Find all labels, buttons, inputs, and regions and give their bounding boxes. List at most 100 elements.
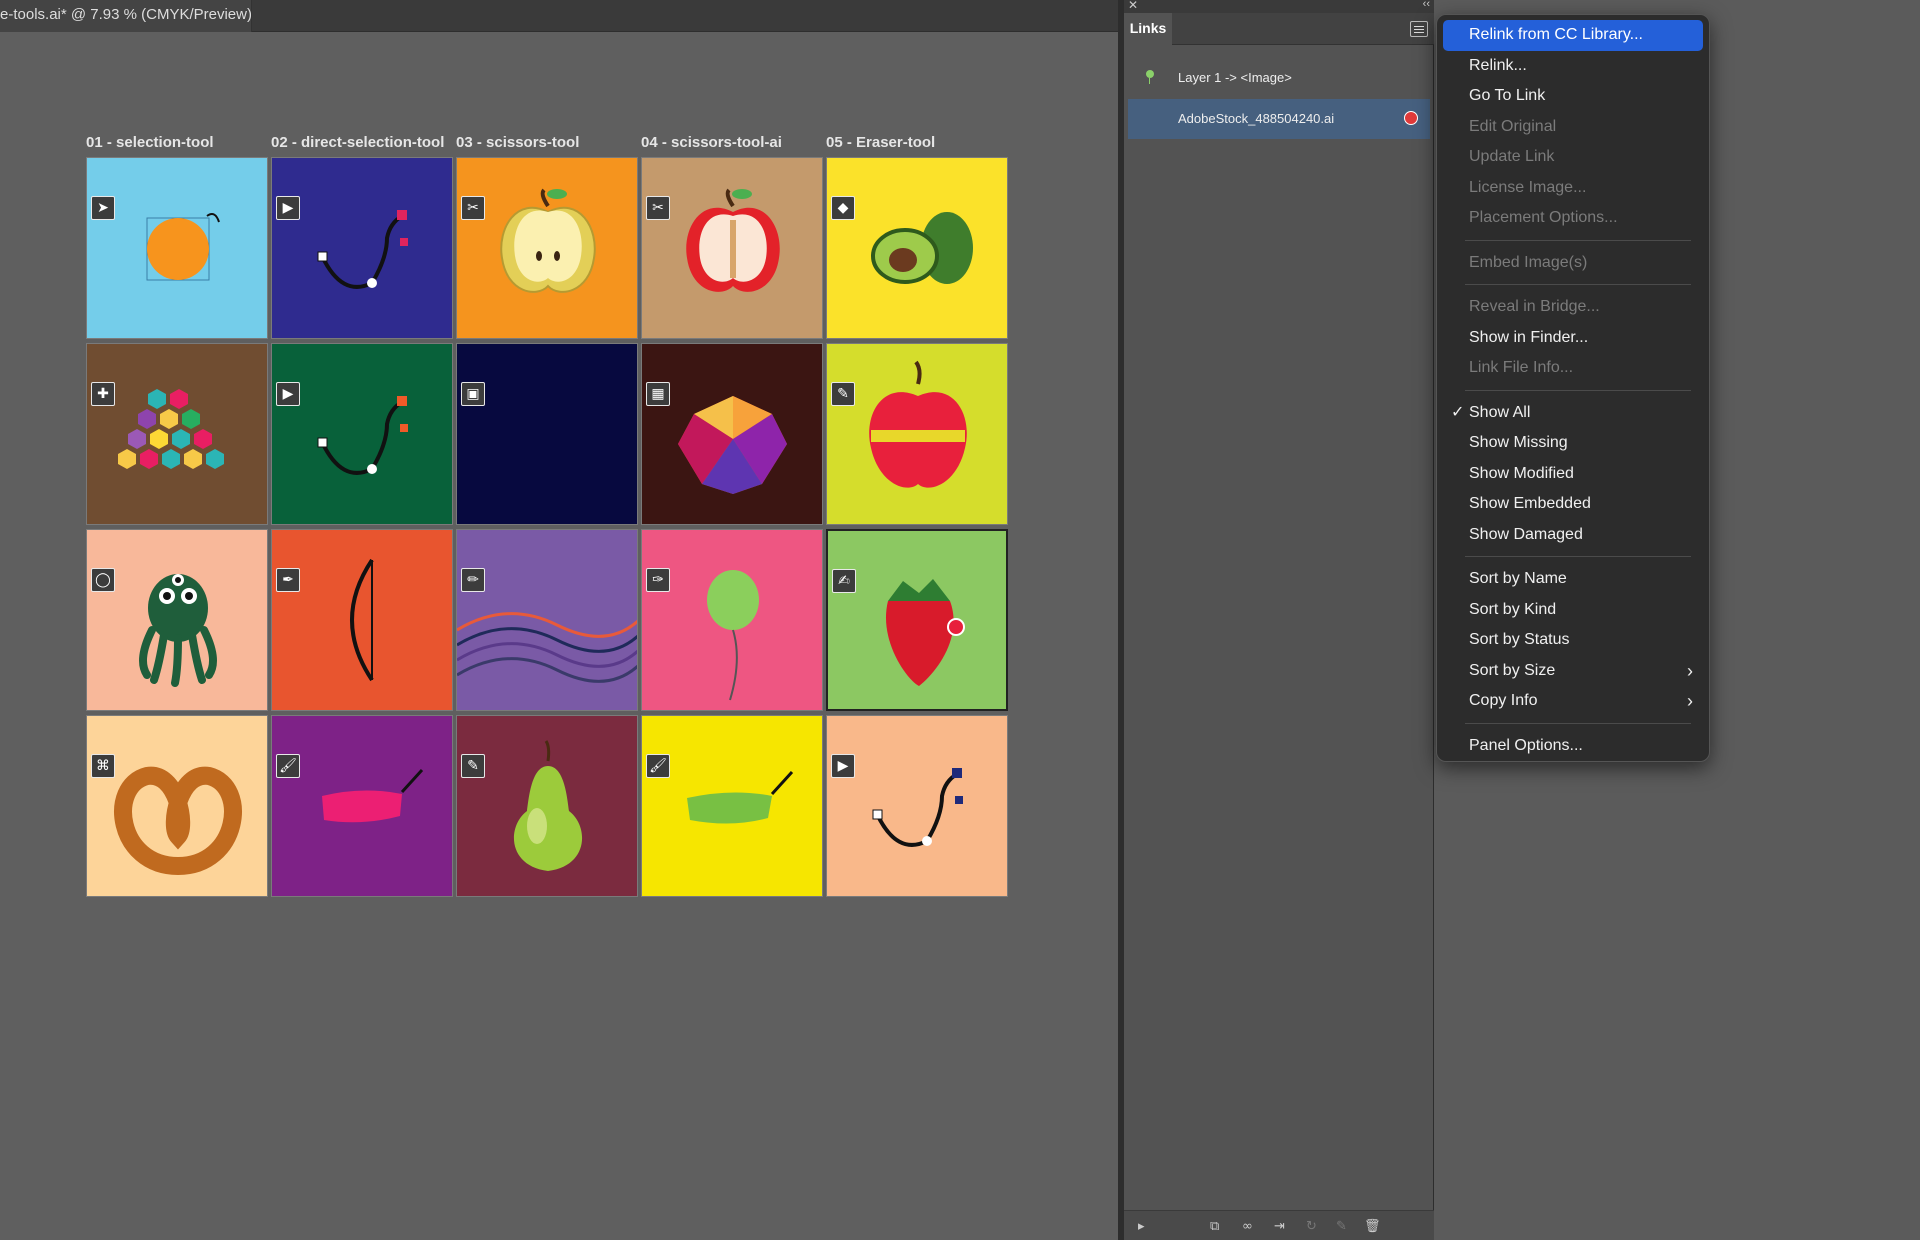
menu-item-label: Show Missing bbox=[1469, 434, 1568, 451]
tile-artwork bbox=[114, 766, 242, 876]
tile-artwork bbox=[350, 558, 374, 682]
menu-item-label: Reveal in Bridge... bbox=[1469, 298, 1600, 315]
menu-item-sort-by-status[interactable]: Sort by Status bbox=[1443, 625, 1703, 656]
menu-item-license-image[interactable]: License Image... bbox=[1443, 173, 1703, 204]
menu-item-show-modified[interactable]: Show Modified bbox=[1443, 459, 1703, 490]
menu-separator bbox=[1465, 284, 1691, 285]
artwork-tile[interactable]: ✚ bbox=[86, 343, 268, 525]
link-row-selected[interactable]: AdobeStock_488504240.ai bbox=[1128, 99, 1430, 139]
blob-brush-icon: ✍ bbox=[832, 569, 856, 593]
menu-item-embed-image-s[interactable]: Embed Image(s) bbox=[1443, 248, 1703, 279]
tile-artwork bbox=[872, 768, 963, 847]
eraser-icon: ◆ bbox=[831, 196, 855, 220]
direct-selection-icon: ▶ bbox=[276, 196, 300, 220]
artwork-tile[interactable]: ✂ bbox=[456, 157, 638, 339]
menu-item-edit-original[interactable]: Edit Original bbox=[1443, 112, 1703, 143]
menu-item-show-in-finder[interactable]: Show in Finder... bbox=[1443, 323, 1703, 354]
tab-links[interactable]: Links bbox=[1124, 13, 1172, 45]
menu-item-go-to-link[interactable]: Go To Link bbox=[1443, 81, 1703, 112]
menu-item-label: Relink... bbox=[1469, 56, 1527, 74]
menu-item-sort-by-kind[interactable]: Sort by Kind bbox=[1443, 595, 1703, 626]
panel-tabs: Links bbox=[1124, 13, 1434, 45]
paintbrush-icon: 🖌 bbox=[276, 754, 300, 778]
relink-icon[interactable]: ∞ bbox=[1242, 1219, 1253, 1234]
checkmark-icon: ✓ bbox=[1451, 403, 1465, 421]
menu-item-label: Show All bbox=[1469, 403, 1531, 421]
scissors-icon: ✂ bbox=[646, 196, 670, 220]
menu-item-label: Show Modified bbox=[1469, 464, 1574, 482]
artwork-tile[interactable]: ▶ bbox=[271, 343, 453, 525]
artwork-tile[interactable]: ✍ bbox=[826, 529, 1008, 711]
artwork-tile[interactable]: ▶ bbox=[271, 157, 453, 339]
artwork-tile[interactable]: ▣ bbox=[456, 343, 638, 525]
menu-item-show-embedded[interactable]: Show Embedded bbox=[1443, 489, 1703, 520]
menu-item-label: Update Link bbox=[1469, 148, 1555, 165]
menu-item-copy-info[interactable]: Copy Info › bbox=[1443, 686, 1703, 717]
tile-artwork bbox=[146, 213, 220, 281]
collapse-panel-icon[interactable]: ‹‹ bbox=[1423, 0, 1430, 10]
column-label: 04 - scissors-tool-ai bbox=[641, 134, 782, 151]
artwork-tile[interactable]: ◆ bbox=[826, 157, 1008, 339]
menu-item-update-link[interactable]: Update Link bbox=[1443, 142, 1703, 173]
tile-artwork bbox=[457, 344, 638, 525]
update-link-icon[interactable]: ↻ bbox=[1306, 1219, 1317, 1234]
links-panel-context-menu: Relink from CC Library... Relink... Go To … bbox=[1436, 14, 1710, 762]
relink-cc-icon[interactable]: ⧉ bbox=[1210, 1219, 1219, 1234]
layer-pin-icon bbox=[1146, 70, 1154, 84]
column-label: 05 - Eraser-tool bbox=[826, 134, 936, 151]
menu-item-label: Go To Link bbox=[1469, 87, 1546, 104]
artwork-tile[interactable]: ✂ bbox=[641, 157, 823, 339]
eyedropper-icon: ✎ bbox=[831, 382, 855, 406]
column-label: 03 - scissors-tool bbox=[456, 134, 580, 151]
close-panel-icon[interactable]: ✕ bbox=[1128, 0, 1138, 12]
links-panel: ✕ ‹‹ Links Layer 1 -> <Image> AdobeStock… bbox=[1124, 0, 1434, 1240]
edit-original-icon[interactable]: ✎ bbox=[1336, 1219, 1347, 1234]
menu-item-panel-options[interactable]: Panel Options... bbox=[1443, 731, 1703, 762]
trash-icon[interactable]: 🗑 bbox=[1364, 1219, 1381, 1234]
direct-selection-icon: ▶ bbox=[276, 382, 300, 406]
menu-item-sort-by-size[interactable]: Sort by Size › bbox=[1443, 656, 1703, 687]
go-to-link-icon[interactable]: ⇥ bbox=[1274, 1219, 1285, 1234]
scissors-icon: ✂ bbox=[461, 196, 485, 220]
artwork-tile[interactable]: ▶ bbox=[826, 715, 1008, 897]
artwork-tile[interactable]: ✏ bbox=[456, 529, 638, 711]
tile-artwork bbox=[118, 389, 224, 469]
tile-artwork bbox=[678, 396, 787, 494]
submenu-chevron-icon: › bbox=[1687, 660, 1693, 681]
artwork-tile[interactable]: ✑ bbox=[641, 529, 823, 711]
artwork-tile[interactable]: ➤ bbox=[86, 157, 268, 339]
link-row-label: Layer 1 -> <Image> bbox=[1178, 70, 1292, 85]
menu-item-relink-from-cc-library[interactable]: Relink from CC Library... bbox=[1443, 20, 1703, 51]
artwork-tile[interactable]: ⌘ bbox=[86, 715, 268, 897]
link-row-label: AdobeStock_488504240.ai bbox=[1178, 111, 1335, 126]
artwork-tile[interactable]: 🖌 bbox=[641, 715, 823, 897]
tile-artwork bbox=[513, 740, 583, 871]
selection-arrow-icon: ➤ bbox=[91, 196, 115, 220]
document-tab[interactable]: e-tools.ai* @ 7.93 % (CMYK/Preview) bbox=[0, 0, 252, 32]
menu-item-show-missing[interactable]: Show Missing bbox=[1443, 428, 1703, 459]
menu-item-relink[interactable]: Relink... bbox=[1443, 51, 1703, 82]
panel-menu-button[interactable] bbox=[1410, 21, 1428, 37]
menu-item-label: Edit Original bbox=[1469, 117, 1557, 135]
menu-item-link-file-info[interactable]: Link File Info... bbox=[1443, 353, 1703, 384]
menu-separator bbox=[1465, 722, 1691, 724]
artwork-tile[interactable]: ▦ bbox=[641, 343, 823, 525]
menu-item-placement-options[interactable]: Placement Options... bbox=[1443, 203, 1703, 234]
menu-item-label: Show Damaged bbox=[1469, 525, 1583, 543]
artwork-tile[interactable]: 🖌 bbox=[271, 715, 453, 897]
menu-item-label: Sort by Status bbox=[1469, 631, 1570, 648]
menu-item-show-all[interactable]: ✓ Show All bbox=[1443, 398, 1703, 429]
menu-item-label: Placement Options... bbox=[1469, 209, 1618, 226]
artwork-tile[interactable]: ✎ bbox=[826, 343, 1008, 525]
pencil-icon: ✏ bbox=[461, 568, 485, 592]
link-row-layer[interactable]: Layer 1 -> <Image> bbox=[1128, 58, 1430, 98]
artwork-tile[interactable]: ◯ bbox=[86, 529, 268, 711]
paintbrush-icon: 🖌 bbox=[646, 754, 670, 778]
menu-item-reveal-in-bridge[interactable]: Reveal in Bridge... bbox=[1443, 292, 1703, 323]
artwork-tile[interactable]: ✎ bbox=[456, 715, 638, 897]
direct-selection-icon: ▶ bbox=[831, 754, 855, 778]
menu-item-show-damaged[interactable]: Show Damaged bbox=[1443, 520, 1703, 551]
show-options-icon[interactable]: ▸ bbox=[1138, 1219, 1145, 1234]
artwork-tile[interactable]: ✒ bbox=[271, 529, 453, 711]
menu-item-sort-by-name[interactable]: Sort by Name bbox=[1443, 564, 1703, 595]
